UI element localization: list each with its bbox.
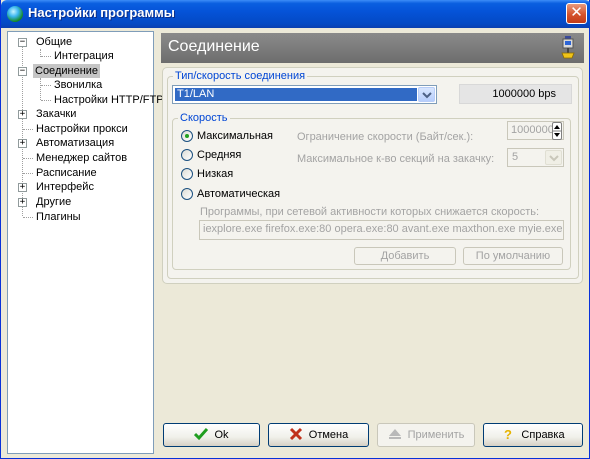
tree-connector [23, 129, 33, 130]
programs-label: Программы, при сетевой активности которы… [200, 206, 540, 218]
radio-label: Низкая [197, 168, 234, 180]
tree-connector [23, 217, 33, 218]
speed-limit-input[interactable]: 1000000 [507, 121, 564, 140]
tree-item-dialer[interactable]: Звонилка [52, 78, 104, 92]
radio-label: Максимальная [197, 130, 273, 142]
expand-icon[interactable]: + [18, 183, 27, 192]
chevron-down-icon [422, 92, 432, 99]
connection-type-select[interactable]: T1/LAN [172, 85, 437, 104]
tree-item-http-ftp-settings[interactable]: Настройки HTTP/FTP [52, 93, 166, 107]
radio-button[interactable] [181, 188, 193, 200]
default-button[interactable]: По умолчанию [463, 247, 563, 265]
tree-item-integration[interactable]: Интеграция [52, 49, 116, 63]
window-title: Настройки программы [28, 5, 175, 20]
spin-arrows-icon [553, 125, 561, 137]
help-label: Справка [521, 429, 565, 441]
speed-group-label: Скорость [178, 112, 230, 124]
speed-limit-value: 1000000 [511, 124, 554, 136]
tree-item-other[interactable]: Другие [34, 195, 73, 209]
connection-icon [561, 36, 575, 59]
tree-connector [41, 85, 51, 86]
cancel-label: Отмена [308, 429, 349, 441]
connection-speed-display: 1000000 bps [459, 84, 572, 104]
sections-select[interactable]: 5 [507, 148, 564, 167]
speed-limit-label: Ограничение скорости (Байт/сек.): [297, 131, 474, 143]
cross-icon [289, 428, 302, 441]
dropdown-button[interactable] [545, 150, 562, 165]
help-icon: ? [504, 427, 512, 441]
tree-item-general[interactable]: Общие [34, 35, 74, 49]
tree-item-downloads[interactable]: Закачки [34, 107, 78, 121]
tree-connector [41, 100, 51, 101]
checkmark-icon [194, 428, 209, 441]
help-button[interactable]: ? Справка [483, 423, 583, 447]
tree-item-site-manager[interactable]: Менеджер сайтов [34, 151, 129, 165]
svg-text:?: ? [504, 427, 512, 441]
connection-type-value: T1/LAN [175, 88, 417, 101]
ok-label: Ok [214, 429, 229, 441]
settings-tree[interactable]: − Общие Интеграция − Соединение Звонилка… [7, 31, 164, 454]
tree-item-interface[interactable]: Интерфейс [34, 180, 96, 194]
sections-value: 5 [512, 151, 519, 163]
programs-input[interactable]: iexplore.exe firefox.exe:80 opera.exe:80… [199, 220, 564, 240]
tree-item-automation[interactable]: Автоматизация [34, 136, 116, 150]
expand-icon[interactable]: + [18, 110, 27, 119]
tree-item-proxy-settings[interactable]: Настройки прокси [34, 122, 130, 136]
collapse-icon[interactable]: − [18, 67, 27, 76]
radio-button[interactable] [181, 149, 193, 161]
ok-button[interactable]: Ok [163, 423, 260, 447]
apply-icon [388, 429, 401, 440]
add-button[interactable]: Добавить [354, 247, 456, 265]
spin-buttons[interactable] [552, 122, 562, 140]
cancel-button[interactable]: Отмена [268, 423, 369, 447]
radio-button[interactable] [181, 130, 193, 142]
tree-connector [23, 173, 33, 174]
sections-label: Максимальное к-во секций на закачку: [297, 153, 495, 165]
close-icon: ✕ [570, 4, 583, 21]
tree-connector [41, 56, 51, 57]
expand-icon[interactable]: + [18, 139, 27, 148]
radio-button[interactable] [181, 168, 193, 180]
apply-label: Применить [407, 429, 465, 441]
settings-window: Настройки программы ✕ − Общие Интеграция… [0, 0, 590, 459]
dropdown-button[interactable] [418, 87, 435, 102]
tree-item-plugins[interactable]: Плагины [34, 210, 83, 224]
collapse-icon[interactable]: − [18, 38, 27, 47]
tree-item-schedule[interactable]: Расписание [34, 166, 99, 180]
app-globe-icon [7, 6, 23, 22]
title-bar[interactable]: Настройки программы ✕ [1, 0, 590, 28]
radio-label: Автоматическая [197, 188, 281, 200]
expand-icon[interactable]: + [18, 198, 27, 207]
tree-item-connection[interactable]: Соединение [33, 64, 101, 78]
section-header: Соединение [161, 33, 584, 63]
tree-connector [40, 78, 41, 100]
tree-connector [23, 158, 33, 159]
chevron-down-icon [549, 155, 559, 162]
close-button[interactable]: ✕ [566, 3, 587, 24]
section-title: Соединение [168, 38, 260, 55]
connection-type-label: Тип/скорость соединения [173, 70, 308, 82]
radio-label: Средняя [197, 149, 242, 161]
apply-button[interactable]: Применить [377, 423, 475, 447]
